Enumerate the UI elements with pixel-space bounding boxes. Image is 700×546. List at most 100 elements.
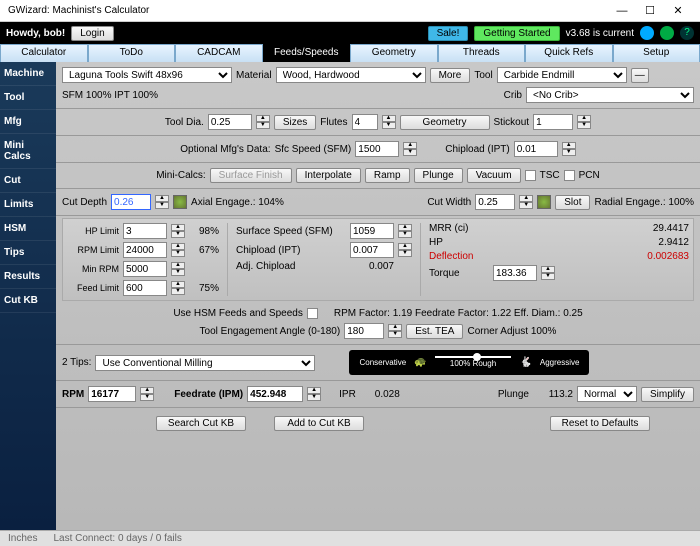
- sidebar-item-hsm[interactable]: HSM: [0, 217, 56, 241]
- sfc-speed-input[interactable]: [355, 141, 399, 157]
- flutes-spinner[interactable]: ▲▼: [382, 115, 396, 129]
- feedrate-spinner[interactable]: ▲▼: [307, 387, 321, 401]
- torque-input[interactable]: [493, 265, 537, 281]
- rpm-limit-input[interactable]: [123, 242, 167, 258]
- tab-calculator[interactable]: Calculator: [0, 44, 88, 62]
- tab-geometry[interactable]: Geometry: [350, 44, 438, 62]
- stickout-spinner[interactable]: ▲▼: [577, 115, 591, 129]
- surface-finish-button[interactable]: Surface Finish: [210, 168, 292, 183]
- min-rpm-input[interactable]: [123, 261, 167, 277]
- add-cutkb-button[interactable]: Add to Cut KB: [274, 416, 364, 431]
- rpm-result-spinner[interactable]: ▲▼: [140, 387, 154, 401]
- cut-depth-input[interactable]: [111, 194, 151, 210]
- sidebar-item-cutkb[interactable]: Cut KB: [0, 289, 56, 313]
- deflection-value: 0.002683: [647, 251, 689, 262]
- rpm-spinner[interactable]: ▲▼: [171, 243, 185, 257]
- est-tea-button[interactable]: Est. TEA: [406, 324, 463, 339]
- vacuum-button[interactable]: Vacuum: [467, 168, 521, 183]
- cl-spinner[interactable]: ▲▼: [398, 243, 412, 257]
- width-spinner[interactable]: ▲▼: [519, 195, 533, 209]
- help-icon[interactable]: ?: [680, 26, 694, 40]
- feed-limit-label: Feed Limit: [67, 283, 119, 293]
- getting-started-button[interactable]: Getting Started: [474, 26, 559, 41]
- tea-input[interactable]: [344, 323, 384, 339]
- tool-clear-button[interactable]: —: [631, 68, 649, 83]
- close-icon[interactable]: ✕: [664, 4, 692, 17]
- depth-swatch-icon[interactable]: [173, 195, 187, 209]
- chipload-mfg-input[interactable]: [514, 141, 558, 157]
- pcn-checkbox[interactable]: [564, 170, 575, 181]
- min-rpm-label: Min RPM: [67, 264, 119, 274]
- sidebar-item-mfg[interactable]: Mfg: [0, 110, 56, 134]
- crib-select[interactable]: <No Crib>: [526, 87, 694, 103]
- sfm-ipt-text: SFM 100% IPT 100%: [62, 90, 158, 101]
- tool-select[interactable]: Carbide Endmill: [497, 67, 627, 83]
- feed-spinner[interactable]: ▲▼: [171, 281, 185, 295]
- sale-button[interactable]: Sale!: [428, 26, 469, 41]
- tsc-checkbox[interactable]: [525, 170, 536, 181]
- width-swatch-icon[interactable]: [537, 195, 551, 209]
- tea-spinner[interactable]: ▲▼: [388, 324, 402, 338]
- ss-spinner[interactable]: ▲▼: [398, 224, 412, 238]
- rpm-result-input[interactable]: [88, 386, 136, 402]
- login-button[interactable]: Login: [71, 26, 113, 41]
- tab-cadcam[interactable]: CADCAM: [175, 44, 263, 62]
- sidebar-item-machine[interactable]: Machine: [0, 62, 56, 86]
- search-cutkb-button[interactable]: Search Cut KB: [156, 416, 246, 431]
- feedrate-input[interactable]: [247, 386, 303, 402]
- stickout-input[interactable]: [533, 114, 573, 130]
- plunge-mode-select[interactable]: Normal: [577, 386, 637, 402]
- tortoise-hare-slider[interactable]: Conservative 🐢 100% Rough 🐇 Aggressive: [349, 350, 589, 375]
- interpolate-button[interactable]: Interpolate: [296, 168, 361, 183]
- use-hsm-checkbox[interactable]: [307, 308, 318, 319]
- adj-chipload-label: Adj. Chipload: [236, 261, 346, 272]
- dia-spinner[interactable]: ▲▼: [256, 115, 270, 129]
- minrpm-spinner[interactable]: ▲▼: [171, 262, 185, 276]
- slider-track[interactable]: [435, 356, 512, 358]
- tool-dia-input[interactable]: [208, 114, 252, 130]
- geometry-button[interactable]: Geometry: [400, 115, 490, 130]
- ramp-button[interactable]: Ramp: [365, 168, 410, 183]
- sidebar-item-limits[interactable]: Limits: [0, 193, 56, 217]
- material-select[interactable]: Wood, Hardwood: [276, 67, 426, 83]
- tortoise-icon: 🐢: [414, 357, 426, 368]
- surface-speed-input[interactable]: [350, 223, 394, 239]
- simplify-button[interactable]: Simplify: [641, 387, 694, 402]
- depth-spinner[interactable]: ▲▼: [155, 195, 169, 209]
- pcn-label: PCN: [579, 170, 600, 181]
- sfc-spinner[interactable]: ▲▼: [403, 142, 417, 156]
- slot-button[interactable]: Slot: [555, 195, 590, 210]
- sidebar-item-cut[interactable]: Cut: [0, 169, 56, 193]
- tab-threads[interactable]: Threads: [438, 44, 526, 62]
- sidebar-item-tool[interactable]: Tool: [0, 86, 56, 110]
- tips-select[interactable]: Use Conventional Milling: [95, 355, 315, 371]
- cut-width-input[interactable]: [475, 194, 515, 210]
- slider-thumb[interactable]: [473, 353, 481, 361]
- sidebar-item-tips[interactable]: Tips: [0, 241, 56, 265]
- plunge-button[interactable]: Plunge: [414, 168, 463, 183]
- machine-select[interactable]: Laguna Tools Swift 48x96: [62, 67, 232, 83]
- chip-spinner[interactable]: ▲▼: [562, 142, 576, 156]
- use-hsm-label: Use HSM Feeds and Speeds: [173, 308, 303, 319]
- torque-spinner[interactable]: ▲▼: [541, 266, 555, 280]
- sizes-button[interactable]: Sizes: [274, 115, 316, 130]
- info-icon[interactable]: [640, 26, 654, 40]
- sidebar-item-results[interactable]: Results: [0, 265, 56, 289]
- hp-spinner[interactable]: ▲▼: [171, 224, 185, 238]
- minimize-icon[interactable]: —: [608, 5, 636, 17]
- reset-defaults-button[interactable]: Reset to Defaults: [550, 416, 650, 431]
- trig-icon[interactable]: [660, 26, 674, 40]
- more-button[interactable]: More: [430, 68, 471, 83]
- tab-todo[interactable]: ToDo: [88, 44, 176, 62]
- hp-label: HP: [429, 237, 489, 248]
- maximize-icon[interactable]: ☐: [636, 4, 664, 17]
- chipload-input[interactable]: [350, 242, 394, 258]
- sidebar-item-minicalcs[interactable]: Mini Calcs: [0, 134, 56, 169]
- tab-setup[interactable]: Setup: [613, 44, 700, 62]
- feed-limit-input[interactable]: [123, 280, 167, 296]
- hp-limit-input[interactable]: [123, 223, 167, 239]
- tool-label: Tool: [474, 70, 492, 81]
- flutes-input[interactable]: [352, 114, 378, 130]
- tab-quickrefs[interactable]: Quick Refs: [525, 44, 613, 62]
- tab-feedsspeeds[interactable]: Feeds/Speeds: [263, 44, 351, 62]
